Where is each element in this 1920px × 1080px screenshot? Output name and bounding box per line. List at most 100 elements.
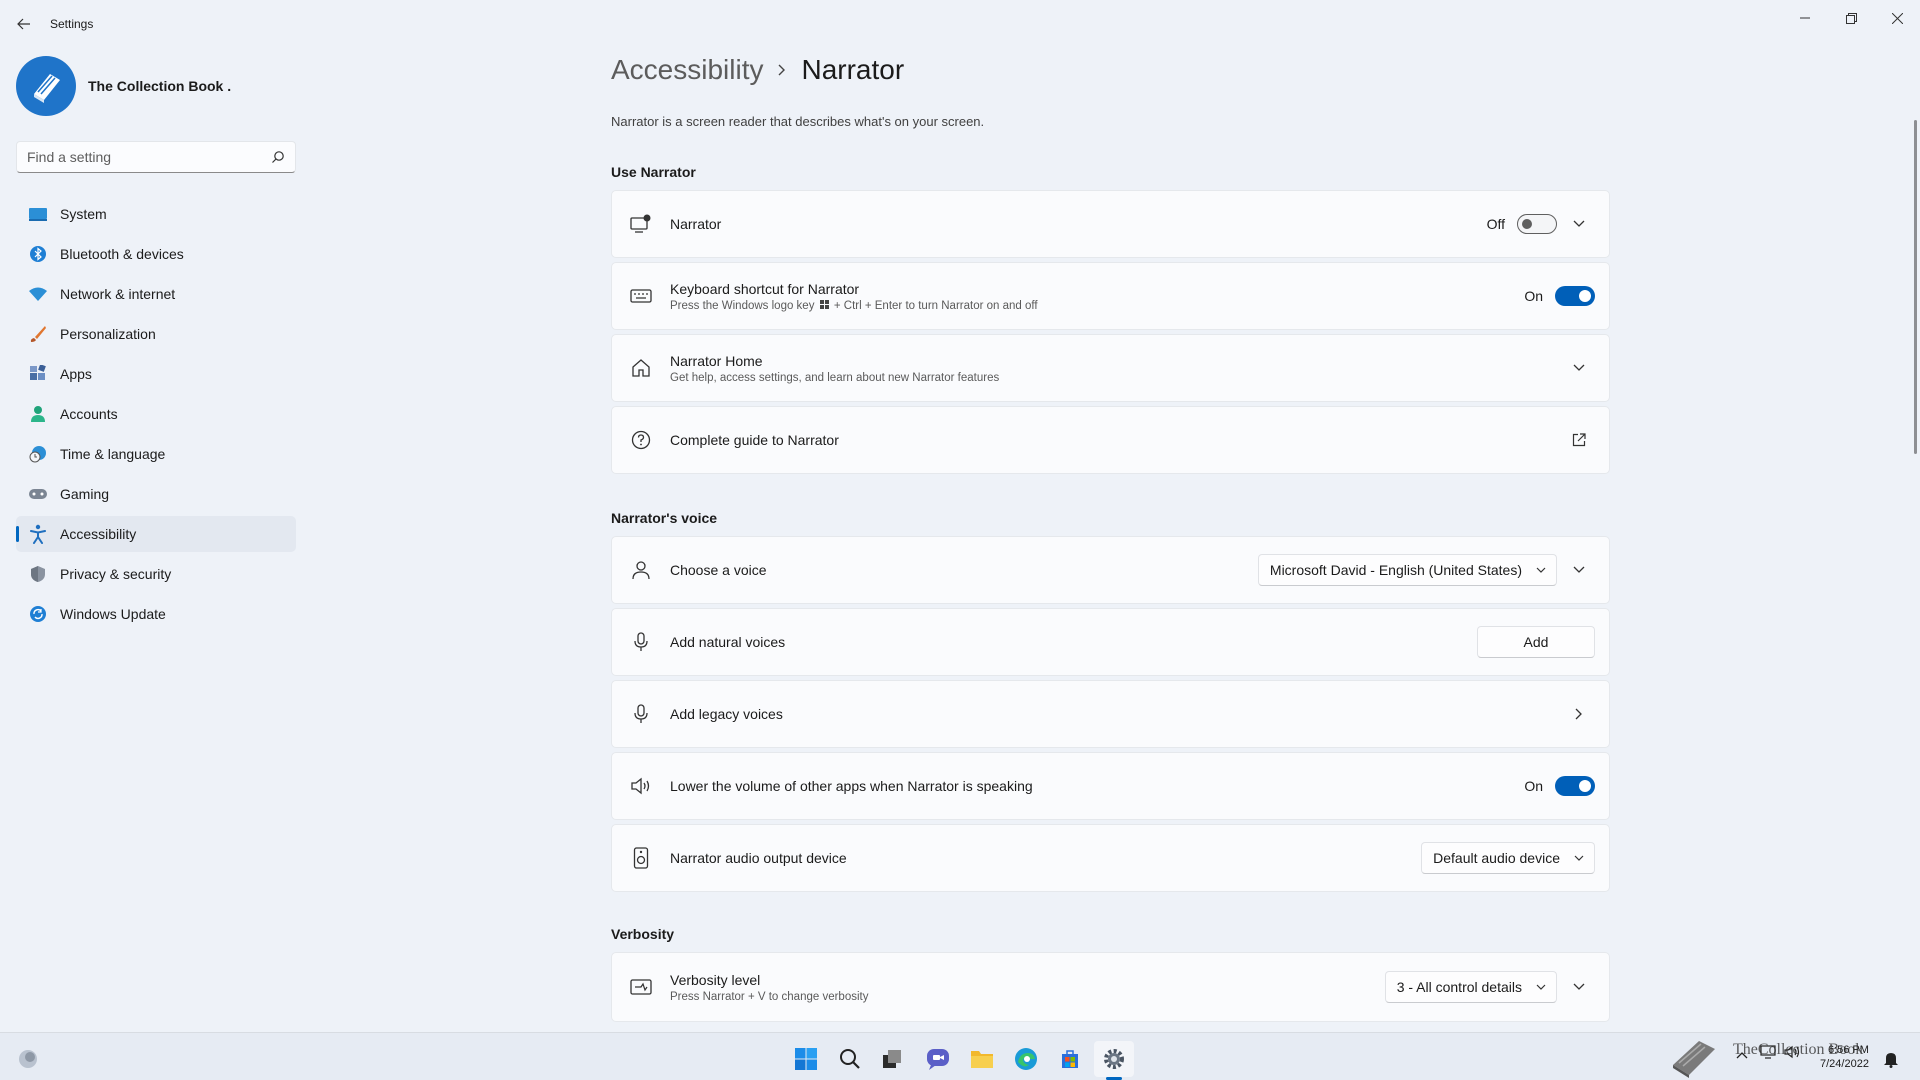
verbosity-level-card[interactable]: Verbosity level Press Narrator + V to ch… bbox=[611, 952, 1610, 1022]
narrator-home-subtitle: Get help, access settings, and learn abo… bbox=[670, 371, 1000, 384]
edge-button[interactable] bbox=[1006, 1041, 1046, 1077]
audio-output-card: Narrator audio output device Default aud… bbox=[611, 824, 1610, 892]
sidebar-item-personalization[interactable]: Personalization bbox=[16, 316, 296, 352]
sidebar-item-bluetooth[interactable]: Bluetooth & devices bbox=[16, 236, 296, 272]
verbosity-dropdown[interactable]: 3 - All control details bbox=[1384, 971, 1557, 1003]
sidebar-item-gaming[interactable]: Gaming bbox=[16, 476, 296, 512]
sidebar-item-privacy[interactable]: Privacy & security bbox=[16, 556, 296, 592]
narrator-card[interactable]: Narrator Off bbox=[611, 190, 1610, 258]
section-title-verbosity: Verbosity bbox=[611, 926, 675, 942]
add-legacy-voices-open-button[interactable] bbox=[1563, 698, 1595, 730]
task-view-button[interactable] bbox=[872, 1041, 912, 1077]
breadcrumb-parent[interactable]: Accessibility bbox=[611, 54, 763, 86]
apps-icon bbox=[16, 365, 56, 383]
verbosity-expand-button[interactable] bbox=[1563, 971, 1595, 1003]
voice-dropdown[interactable]: Microsoft David - English (United States… bbox=[1257, 554, 1557, 586]
minimize-button[interactable] bbox=[1782, 4, 1828, 32]
sidebar-item-network[interactable]: Network & internet bbox=[16, 276, 296, 312]
complete-guide-card[interactable]: Complete guide to Narrator bbox=[611, 406, 1610, 474]
store-button[interactable] bbox=[1050, 1041, 1090, 1077]
keyboard-shortcut-toggle[interactable] bbox=[1555, 286, 1595, 306]
keyboard-shortcut-card: Keyboard shortcut for Narrator Press the… bbox=[611, 262, 1610, 330]
sidebar-item-label: Personalization bbox=[60, 326, 156, 342]
sidebar-item-label: System bbox=[60, 206, 107, 222]
settings-app-button[interactable] bbox=[1094, 1041, 1134, 1077]
back-button[interactable] bbox=[10, 12, 38, 36]
audio-output-title: Narrator audio output device bbox=[670, 850, 847, 866]
notifications-button[interactable] bbox=[1876, 1041, 1906, 1077]
scrollbar-thumb[interactable] bbox=[1914, 120, 1917, 454]
shortcut-subtitle-part-b: + Ctrl + Enter to turn Narrator on and o… bbox=[833, 299, 1038, 312]
audio-output-dropdown[interactable]: Default audio device bbox=[1421, 842, 1595, 874]
search-icon[interactable] bbox=[271, 150, 285, 164]
watermark-text: TheCollection Book bbox=[1733, 1041, 1864, 1058]
close-button[interactable] bbox=[1874, 4, 1920, 32]
search-box[interactable] bbox=[16, 141, 296, 173]
chevron-down-icon bbox=[1536, 984, 1546, 990]
edge-icon bbox=[1015, 1048, 1037, 1070]
shortcut-subtitle-part-a: Press the Windows logo key bbox=[670, 299, 815, 312]
back-arrow-icon bbox=[17, 18, 30, 30]
microphone-icon bbox=[612, 632, 670, 652]
globe-clock-icon bbox=[16, 445, 56, 463]
lower-volume-toggle[interactable] bbox=[1555, 776, 1595, 796]
person-icon bbox=[16, 405, 56, 423]
chevron-down-icon bbox=[1573, 364, 1585, 371]
narrator-home-card[interactable]: Narrator Home Get help, access settings,… bbox=[611, 334, 1610, 402]
add-natural-voices-card: Add natural voices Add bbox=[611, 608, 1610, 676]
chevron-down-icon bbox=[1573, 566, 1585, 573]
section-title-use-narrator: Use Narrator bbox=[611, 164, 696, 180]
shield-icon bbox=[16, 565, 56, 583]
sidebar-item-system[interactable]: System bbox=[16, 196, 296, 232]
choose-voice-card[interactable]: Choose a voice Microsoft David - English… bbox=[611, 536, 1610, 604]
narrator-toggle[interactable] bbox=[1517, 214, 1557, 234]
search-input[interactable] bbox=[17, 142, 257, 172]
choose-voice-expand-button[interactable] bbox=[1563, 554, 1595, 586]
chevron-down-icon bbox=[1573, 220, 1585, 227]
sidebar-item-accounts[interactable]: Accounts bbox=[16, 396, 296, 432]
chat-button[interactable] bbox=[918, 1041, 958, 1077]
lower-volume-card: Lower the volume of other apps when Narr… bbox=[611, 752, 1610, 820]
start-button[interactable] bbox=[786, 1041, 826, 1077]
person-outline-icon bbox=[612, 560, 670, 580]
open-external-button[interactable] bbox=[1563, 424, 1595, 456]
microphone-icon bbox=[612, 704, 670, 724]
brush-icon bbox=[16, 325, 56, 343]
book-icon bbox=[34, 74, 60, 103]
sidebar-item-time-language[interactable]: Time & language bbox=[16, 436, 296, 472]
weather-icon bbox=[19, 1050, 37, 1068]
folder-icon bbox=[971, 1051, 993, 1068]
sidebar-item-windows-update[interactable]: Windows Update bbox=[16, 596, 296, 632]
taskbar: 6:56 PM 7/24/2022 bbox=[0, 1032, 1920, 1080]
chevron-down-icon bbox=[1536, 567, 1546, 573]
widgets-button[interactable] bbox=[8, 1041, 48, 1077]
choose-voice-title: Choose a voice bbox=[670, 562, 767, 578]
add-legacy-voices-card[interactable]: Add legacy voices bbox=[611, 680, 1610, 748]
verbosity-dropdown-value: 3 - All control details bbox=[1396, 979, 1522, 995]
narrator-home-title: Narrator Home bbox=[670, 352, 763, 369]
file-explorer-button[interactable] bbox=[962, 1041, 1002, 1077]
sidebar-item-accessibility[interactable]: Accessibility bbox=[16, 516, 296, 552]
clock-date: 7/24/2022 bbox=[1820, 1058, 1869, 1070]
restore-button[interactable] bbox=[1828, 4, 1874, 32]
gear-icon bbox=[1104, 1049, 1124, 1069]
verbosity-level-title: Verbosity level bbox=[670, 971, 761, 988]
system-icon bbox=[16, 206, 56, 222]
keyboard-shortcut-subtitle: Press the Windows logo key + Ctrl + Ente… bbox=[670, 299, 1524, 312]
sidebar-item-label: Bluetooth & devices bbox=[60, 246, 184, 262]
narrator-home-expand-button[interactable] bbox=[1563, 352, 1595, 384]
user-profile[interactable]: The Collection Book . bbox=[16, 56, 231, 116]
avatar bbox=[16, 56, 76, 116]
chevron-down-icon bbox=[1573, 983, 1585, 990]
keyboard-icon bbox=[612, 288, 670, 304]
page-description: Narrator is a screen reader that describ… bbox=[611, 114, 985, 129]
narrator-expand-button[interactable] bbox=[1563, 208, 1595, 240]
taskbar-search-button[interactable] bbox=[830, 1041, 870, 1077]
sidebar-item-apps[interactable]: Apps bbox=[16, 356, 296, 392]
close-icon bbox=[1891, 12, 1903, 24]
speaker-device-icon bbox=[612, 847, 670, 869]
notification-bell-icon bbox=[1884, 1053, 1898, 1068]
search-icon bbox=[840, 1049, 860, 1069]
add-natural-voices-button[interactable]: Add bbox=[1477, 626, 1595, 658]
task-view-icon bbox=[883, 1050, 901, 1068]
